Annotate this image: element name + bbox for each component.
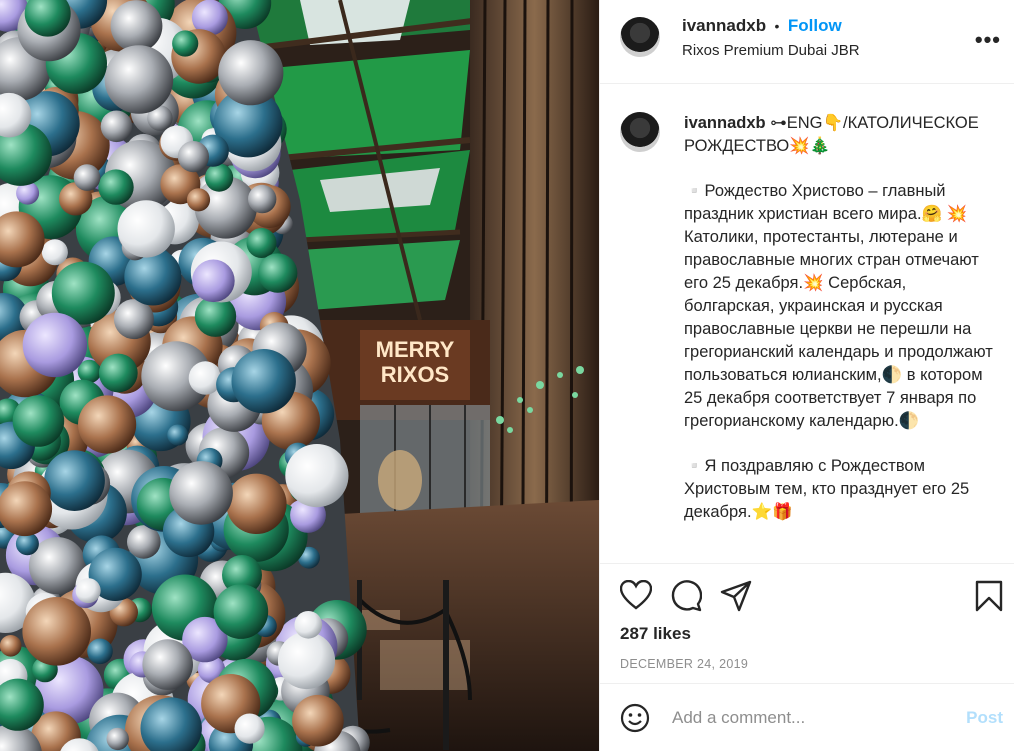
ornament-ball (142, 639, 193, 690)
ornament-ball (41, 239, 68, 266)
ornament-ball (12, 395, 65, 447)
ornament-ball (100, 110, 133, 143)
ornament-ball (205, 163, 234, 192)
likes-count[interactable]: 287 likes (620, 624, 691, 644)
ornament-ball (218, 40, 284, 106)
caption-username[interactable]: ivannadxb (684, 114, 766, 132)
ornament-ball (106, 727, 129, 751)
ornament-ball (186, 188, 211, 212)
paper-plane-icon[interactable] (720, 580, 752, 612)
ornament-ball (213, 584, 269, 639)
ornament-ball (248, 184, 277, 214)
comment-input[interactable] (670, 704, 944, 732)
ornament-ball (110, 0, 163, 52)
ornament-ball (73, 164, 101, 191)
post-button[interactable]: Post (966, 708, 1003, 728)
ornament-ball (44, 450, 105, 511)
ornament-ball (98, 169, 134, 205)
ornament-ball (22, 312, 88, 378)
caption-paragraph-1: ▫️Рождество Христово – главный праздник … (684, 182, 993, 430)
ornament-ball (192, 259, 235, 303)
ornament-ball (226, 473, 287, 534)
post-details-panel: ivannadxb • Follow Rixos Premium Dubai J… (599, 0, 1014, 751)
ornament-ball (277, 631, 336, 690)
comment-icon[interactable] (670, 580, 702, 612)
location-link[interactable]: Rixos Premium Dubai JBR (682, 42, 860, 59)
ornament-ball (258, 253, 298, 293)
caption-paragraph-2: ▫️Я поздравляю с Рождеством Христовым те… (684, 457, 970, 521)
ornament-ball (75, 578, 101, 604)
post-photo[interactable]: MERRY RIXOS (0, 0, 599, 751)
ornament-ball (292, 694, 344, 747)
merry-sign-line1: MERRY (376, 337, 455, 362)
caption-avatar[interactable] (620, 112, 660, 152)
caption-area: ivannadxb ⊶ENG👇/КАТОЛИЧЕСКОЕ РОЖДЕСТВО💥🎄… (600, 100, 1014, 565)
header-username[interactable]: ivannadxb (682, 16, 766, 35)
ornament-ball (22, 597, 91, 666)
merry-sign-line2: RIXOS (381, 362, 449, 387)
more-horizontal-icon[interactable]: ••• (975, 27, 1001, 53)
caption-text: ivannadxb ⊶ENG👇/КАТОЛИЧЕСКОЕ РОЖДЕСТВО💥🎄… (684, 112, 999, 546)
ornament-ball (78, 395, 137, 454)
ornament-ball (169, 461, 233, 525)
comment-box: Post (600, 683, 1014, 751)
ornament-ball (285, 444, 349, 508)
ornament-ball (0, 635, 22, 657)
ornament-ball (117, 200, 175, 258)
ornament-ball (172, 30, 199, 57)
avatar[interactable] (620, 17, 660, 57)
bookmark-icon[interactable] (975, 580, 1003, 612)
ornament-ball (98, 353, 138, 393)
heart-icon[interactable] (620, 580, 652, 610)
christmas-tree-photo: MERRY RIXOS (0, 0, 599, 751)
post-date: DECEMBER 24, 2019 (620, 657, 749, 671)
ornament-ball (87, 638, 113, 665)
ornament-ball (246, 228, 277, 258)
ornament-ball (113, 299, 154, 340)
ornament-ball (177, 141, 209, 173)
follow-button[interactable]: Follow (788, 16, 842, 35)
ornament-ball (294, 611, 323, 639)
ornament-ball (231, 349, 296, 414)
header-separator: • (774, 18, 780, 34)
action-bar: 287 likes DECEMBER 24, 2019 (600, 563, 1014, 703)
post-header: ivannadxb • Follow Rixos Premium Dubai J… (600, 0, 1014, 84)
ornament-ball (234, 713, 265, 744)
smiley-icon[interactable] (620, 703, 650, 733)
ornament-ball (167, 424, 189, 446)
ornament-ball (104, 45, 174, 114)
